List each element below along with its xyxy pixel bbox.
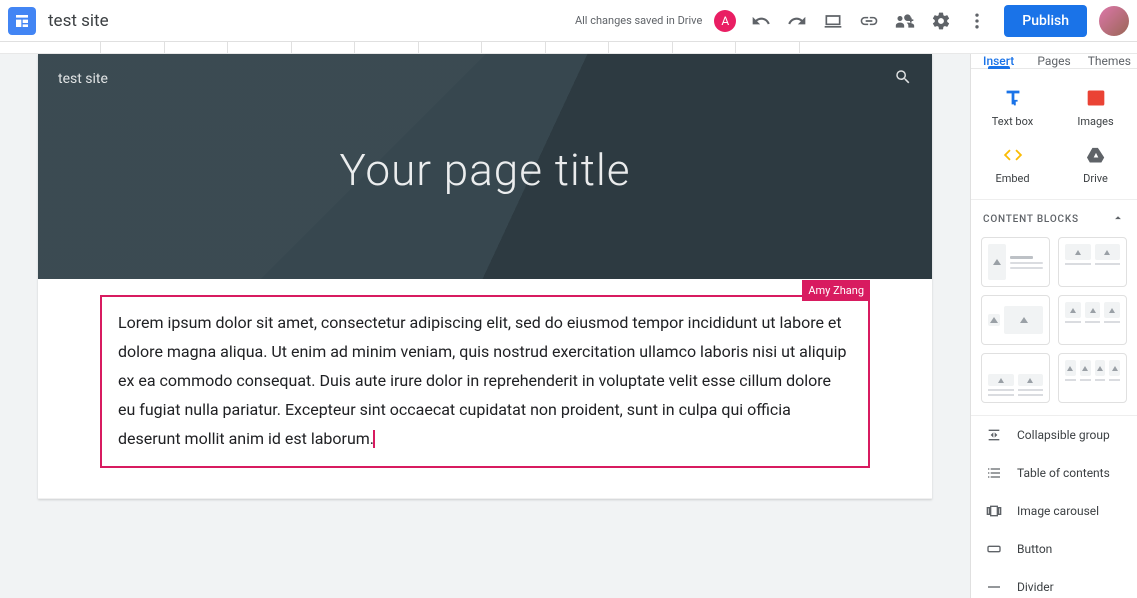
save-status: All changes saved in Drive xyxy=(575,14,702,27)
redo-button[interactable] xyxy=(782,6,812,36)
toc-icon xyxy=(985,464,1003,482)
body-text[interactable]: Lorem ipsum dolor sit amet, consectetur … xyxy=(118,313,846,448)
publish-button[interactable]: Publish xyxy=(1004,5,1087,37)
insert-drive-label: Drive xyxy=(1083,172,1108,185)
preview-button[interactable] xyxy=(818,6,848,36)
sites-logo-icon[interactable] xyxy=(8,7,36,35)
insert-image-carousel[interactable]: Image carousel xyxy=(971,492,1137,530)
settings-button[interactable] xyxy=(926,6,956,36)
collaborator-avatar[interactable]: A xyxy=(714,10,736,32)
insert-collapsible-group[interactable]: Collapsible group xyxy=(971,416,1137,454)
share-button[interactable] xyxy=(890,6,920,36)
divider-icon xyxy=(985,578,1003,596)
insert-drive[interactable]: Drive xyxy=(1054,134,1137,191)
content-blocks-title: CONTENT BLOCKS xyxy=(983,214,1079,225)
text-box-icon xyxy=(1002,87,1024,109)
insert-carousel-label: Image carousel xyxy=(1017,504,1099,518)
layout-block-2[interactable] xyxy=(1058,237,1127,287)
top-toolbar: test site All changes saved in Drive A P… xyxy=(0,0,1137,42)
insert-divider-label: Divider xyxy=(1017,580,1054,594)
link-button[interactable] xyxy=(854,6,884,36)
images-icon xyxy=(1085,87,1107,109)
more-button[interactable] xyxy=(962,6,992,36)
tab-pages[interactable]: Pages xyxy=(1026,54,1081,68)
insert-collapsible-label: Collapsible group xyxy=(1017,428,1110,442)
carousel-icon xyxy=(985,502,1003,520)
insert-button[interactable]: Button xyxy=(971,530,1137,568)
insert-button-label: Button xyxy=(1017,542,1052,556)
insert-embed[interactable]: Embed xyxy=(971,134,1054,191)
search-icon[interactable] xyxy=(894,68,912,90)
right-sidebar: Insert Pages Themes Text box Images Embe… xyxy=(970,54,1137,598)
text-block-editing[interactable]: Amy Zhang Lorem ipsum dolor sit amet, co… xyxy=(100,295,870,468)
content-blocks-header[interactable]: CONTENT BLOCKS xyxy=(971,199,1137,237)
page-title[interactable]: Your page title xyxy=(38,144,932,196)
insert-images[interactable]: Images xyxy=(1054,77,1137,134)
button-icon xyxy=(985,540,1003,558)
insert-images-label: Images xyxy=(1077,115,1113,128)
layout-block-1[interactable] xyxy=(981,237,1050,287)
embed-icon xyxy=(1002,144,1024,166)
account-avatar[interactable] xyxy=(1099,6,1129,36)
text-cursor-icon xyxy=(373,430,375,448)
tab-insert[interactable]: Insert xyxy=(971,54,1026,68)
canvas-area[interactable]: test site Your page title Amy Zhang Lore… xyxy=(0,54,970,598)
hero-section[interactable]: test site Your page title xyxy=(38,54,932,279)
collaborator-label: Amy Zhang xyxy=(802,280,870,301)
page: test site Your page title Amy Zhang Lore… xyxy=(38,54,932,499)
chevron-up-icon xyxy=(1111,210,1125,229)
insert-text-box[interactable]: Text box xyxy=(971,77,1054,134)
layout-block-4[interactable] xyxy=(1058,295,1127,345)
document-title[interactable]: test site xyxy=(48,11,109,31)
hero-site-title[interactable]: test site xyxy=(58,71,108,87)
column-ruler xyxy=(0,42,1137,54)
layout-block-3[interactable] xyxy=(981,295,1050,345)
insert-table-of-contents[interactable]: Table of contents xyxy=(971,454,1137,492)
undo-button[interactable] xyxy=(746,6,776,36)
collapsible-icon xyxy=(985,426,1003,444)
layout-block-5[interactable] xyxy=(981,353,1050,403)
insert-divider[interactable]: Divider xyxy=(971,568,1137,598)
insert-text-box-label: Text box xyxy=(992,115,1033,128)
drive-icon xyxy=(1085,144,1107,166)
section-divider xyxy=(38,498,932,499)
insert-embed-label: Embed xyxy=(995,172,1029,185)
insert-toc-label: Table of contents xyxy=(1017,466,1110,480)
tab-themes[interactable]: Themes xyxy=(1082,54,1137,68)
layout-block-6[interactable] xyxy=(1058,353,1127,403)
